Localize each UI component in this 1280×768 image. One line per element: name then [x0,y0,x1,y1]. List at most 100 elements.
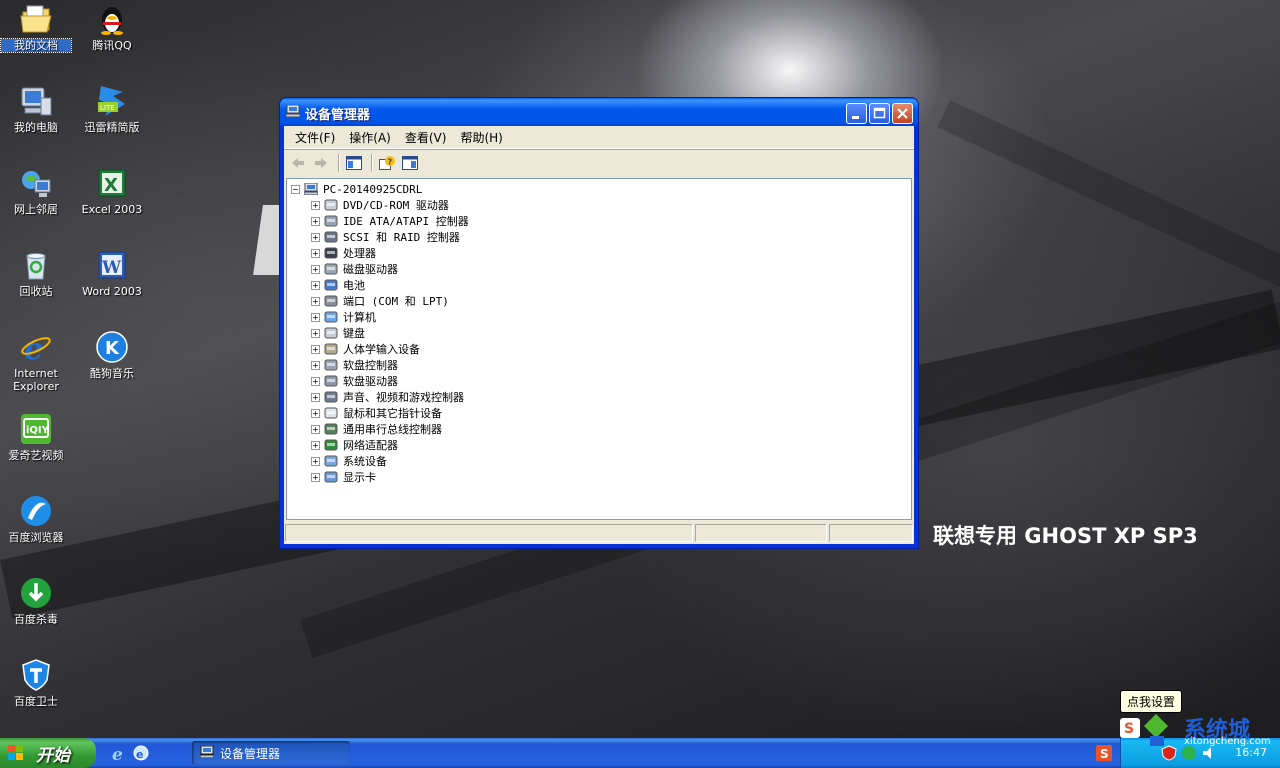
expand-toggle[interactable]: + [311,200,320,210]
wallpaper-brand-text: 联想专用 GHOST XP SP3 [933,524,1198,548]
device-tree[interactable]: − PC-20140925CDRL + DVD/CD-ROM 驱动器 + IDE AT… [286,178,912,520]
desktop-icon-thunder[interactable]: LITE 迅雷精简版 [77,84,147,134]
tree-item[interactable]: + 显示卡 [311,469,376,485]
expand-toggle[interactable]: + [311,376,320,386]
desktop-icon-baidu-antivirus[interactable]: 百度杀毒 [1,576,71,626]
back-button[interactable] [288,154,308,172]
quicklaunch-browser-icon[interactable]: e [132,744,150,762]
desktop-icon-qq[interactable]: 腾讯QQ [77,2,147,52]
tree-item-label: 声音、视频和游戏控制器 [343,391,464,404]
menu-file[interactable]: 文件(F) [288,129,342,146]
tree-item[interactable]: + 磁盘驱动器 [311,261,398,277]
tree-item-label: 磁盘驱动器 [343,263,398,276]
desktop-icon-iqiyi[interactable]: iQIY 爱奇艺视频 [1,412,71,462]
collapse-toggle[interactable]: − [291,184,300,194]
device-manager-window[interactable]: 设备管理器 文件(F) 操作(A) 查看(V) 帮助(H) ? − PC-201… [280,98,918,548]
desktop-icon-recycle-bin[interactable]: 回收站 [1,248,71,298]
recycle-bin-icon [19,248,53,282]
desktop-icon-internet-explorer[interactable]: e Internet Explorer [1,330,71,393]
menu-action[interactable]: 操作(A) [342,129,398,146]
tray-tooltip: 点我设置 [1120,690,1183,713]
window-titlebar[interactable]: 设备管理器 [280,98,918,126]
expand-toggle[interactable]: + [311,216,320,226]
expand-toggle[interactable]: + [311,424,320,434]
tree-item[interactable]: + 通用串行总线控制器 [311,421,442,437]
tree-item[interactable]: + 电池 [311,277,365,293]
system-device-icon [324,455,338,467]
tree-item[interactable]: + IDE ATA/ATAPI 控制器 [311,213,469,229]
expand-toggle[interactable]: + [311,440,320,450]
svg-text:W: W [101,258,122,278]
tree-item[interactable]: + 端口 (COM 和 LPT) [311,293,449,309]
tree-item[interactable]: + 计算机 [311,309,376,325]
toolbar-separator [371,154,373,172]
tree-item[interactable]: + 鼠标和其它指针设备 [311,405,442,421]
tree-item[interactable]: + 系统设备 [311,453,387,469]
taskbar-button-label: 设备管理器 [220,747,281,761]
properties-button[interactable]: ? [377,154,397,172]
svg-text:K: K [105,338,120,359]
expand-toggle[interactable]: + [311,360,320,370]
sogou-input-icon[interactable]: S [1096,745,1112,761]
desktop-icon-label: Excel 2003 [81,203,143,216]
tree-item[interactable]: + SCSI 和 RAID 控制器 [311,229,460,245]
expand-toggle[interactable]: + [311,312,320,322]
tree-item[interactable]: + DVD/CD-ROM 驱动器 [311,197,449,213]
expand-toggle[interactable]: + [311,456,320,466]
close-button[interactable] [892,103,913,124]
expand-toggle[interactable]: + [311,472,320,482]
tree-item[interactable]: + 软盘驱动器 [311,373,398,389]
tree-item[interactable]: + 声音、视频和游戏控制器 [311,389,464,405]
taskbar-button-device-manager[interactable]: 设备管理器 [192,741,350,765]
network-adapter-icon [324,439,338,451]
show-hide-tree-button[interactable] [344,154,364,172]
forward-button[interactable] [311,154,331,172]
minimize-button[interactable] [846,103,867,124]
windows-flag-icon [8,745,23,760]
maximize-button[interactable] [869,103,890,124]
desktop-icon-my-computer[interactable]: 我的电脑 [1,84,71,134]
floppy-drive-icon [324,375,338,387]
expand-toggle[interactable]: + [311,232,320,242]
menu-view[interactable]: 查看(V) [398,129,454,146]
menu-help[interactable]: 帮助(H) [453,129,509,146]
tree-item[interactable]: + 处理器 [311,245,376,261]
mouse-icon [324,407,338,419]
desktop-icon-label: 酷狗音乐 [90,367,134,380]
expand-toggle[interactable]: + [311,344,320,354]
expand-toggle[interactable]: + [311,392,320,402]
start-button[interactable]: 开始 [0,738,96,768]
keyboard-icon [324,327,338,339]
expand-toggle[interactable]: + [311,248,320,258]
details-pane-button[interactable] [400,154,420,172]
tree-item[interactable]: + 键盘 [311,325,365,341]
tree-root[interactable]: − PC-20140925CDRL [291,181,422,197]
expand-toggle[interactable]: + [311,296,320,306]
expand-toggle[interactable]: + [311,264,320,274]
desktop-icon-network[interactable]: 网上邻居 [1,166,71,216]
desktop-icon-my-documents[interactable]: 我的文档 [0,2,72,53]
tree-item[interactable]: + 人体学输入设备 [311,341,420,357]
computer-icon [304,183,318,195]
desktop-icon-excel[interactable]: X Excel 2003 [77,166,147,216]
desktop-icon-label: 百度浏览器 [8,531,64,544]
tree-item-label: 软盘驱动器 [343,375,398,388]
desktop-icon-label: 迅雷精简版 [84,121,140,134]
desktop-icon-label: 网上邻居 [14,203,58,216]
tree-item[interactable]: + 软盘控制器 [311,357,398,373]
desktop-icon-word[interactable]: W Word 2003 [77,248,147,298]
desktop-icon-baidu-browser[interactable]: 百度浏览器 [1,494,71,544]
expand-toggle[interactable]: + [311,328,320,338]
kugou-music-icon: K [95,330,129,364]
expand-toggle[interactable]: + [311,280,320,290]
details-pane-icon [402,156,418,170]
wallpaper-streak [937,100,1280,297]
quicklaunch-ie-icon[interactable]: e [110,744,128,762]
desktop-icon-baidu-guard[interactable]: 百度卫士 [1,658,71,708]
status-bar [284,522,914,544]
expand-toggle[interactable]: + [311,408,320,418]
tree-item[interactable]: + 网络适配器 [311,437,398,453]
desktop-icon-kugou[interactable]: K 酷狗音乐 [77,330,147,380]
window-client-area: 文件(F) 操作(A) 查看(V) 帮助(H) ? − PC-20140925C… [284,126,914,544]
forward-arrow-icon [315,158,327,168]
